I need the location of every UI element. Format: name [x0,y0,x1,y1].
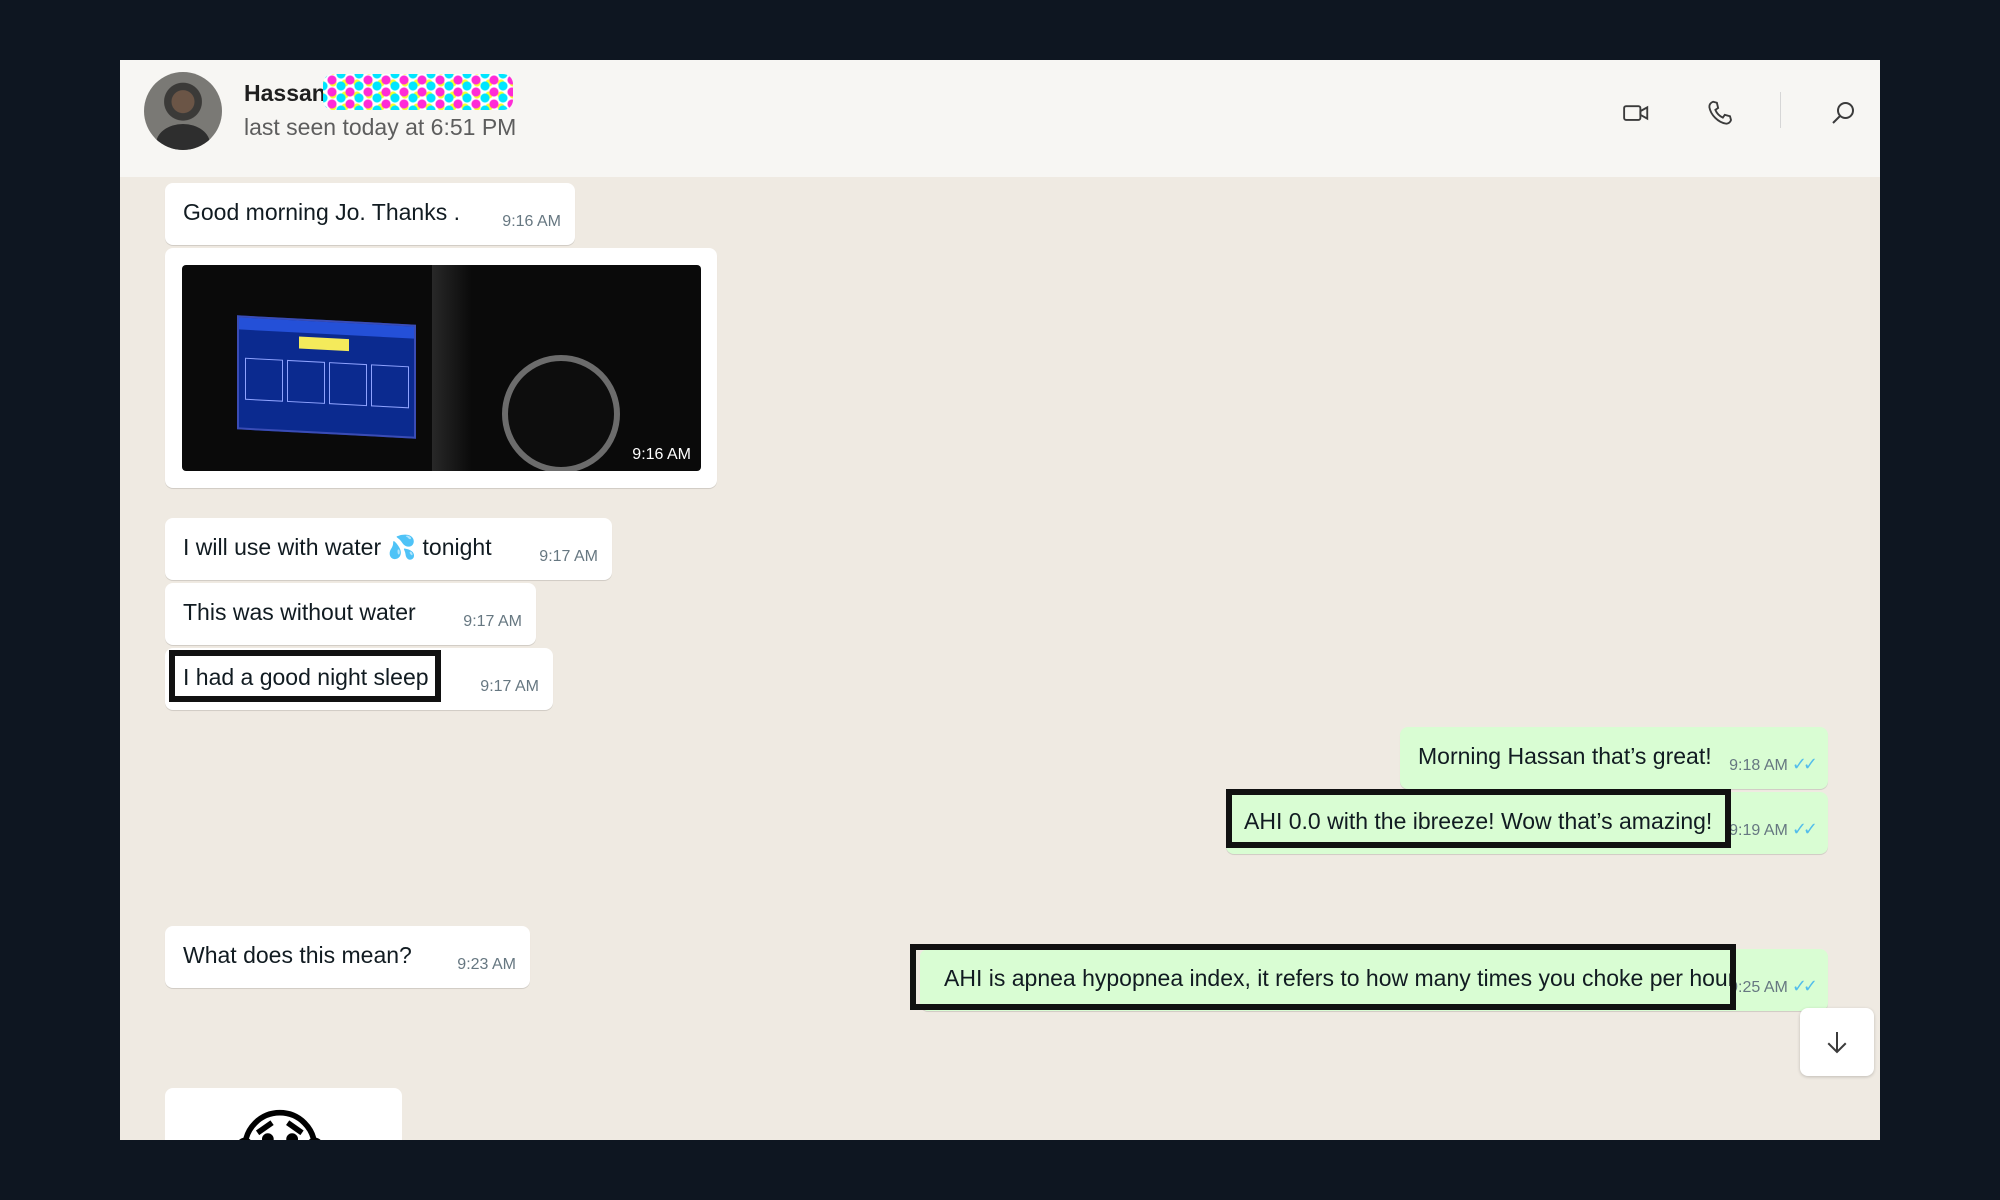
device-photo[interactable] [182,265,701,471]
video-call-icon [1623,105,1649,121]
last-seen-status: last seen today at 6:51 PM [244,114,517,140]
search-icon [1832,102,1854,124]
message-bubble[interactable]: I will use with water 💦 tonight 9:17 AM [165,518,612,580]
time-text: 9:18 AM [1729,757,1788,774]
device-dial [502,355,620,471]
time-text: 9:25 AM [1729,979,1788,996]
message-time: 9:18 AM ✓✓ [1729,754,1818,775]
video-call-button[interactable] [1619,96,1653,130]
chat-window: Hassan last seen today at 6:51 PM Good m… [120,60,1880,1140]
photo-glare [432,265,472,471]
message-time: 9:23 AM [457,956,516,973]
name-redaction [323,74,513,110]
scroll-to-bottom-button[interactable] [1800,1008,1874,1076]
highlight-box [1226,789,1731,848]
message-text: What does this mean? [183,942,412,968]
contact-name[interactable]: Hassan [244,80,326,107]
message-time: 9:19 AM ✓✓ [1729,819,1818,840]
message-text: Morning Hassan that’s great! [1418,743,1712,769]
photo-message-bubble[interactable]: 9:16 AM [165,248,717,488]
time-text: 9:19 AM [1729,822,1788,839]
message-time: 9:17 AM [539,548,598,565]
message-bubble[interactable]: What does this mean? 9:23 AM [165,926,530,988]
voice-call-button[interactable] [1703,96,1737,130]
header-divider [1780,92,1781,128]
highlight-box [169,650,441,702]
message-time: 9:16 AM [502,213,561,230]
arrow-down-icon [1827,1032,1847,1054]
read-receipt-icon: ✓✓ [1791,976,1818,996]
highlight-box [910,944,1736,1010]
chat-header: Hassan last seen today at 6:51 PM [120,60,1880,177]
contact-avatar[interactable] [144,72,222,150]
message-text: I will use with water 💦 tonight [183,534,492,560]
message-time: 9:16 AM [632,446,691,463]
outgoing-message-bubble[interactable]: Morning Hassan that’s great! 9:18 AM ✓✓ [1400,727,1828,789]
message-bubble[interactable]: This was without water 9:17 AM [165,583,536,645]
emoji-message: 😱 [235,1100,335,1140]
message-time: 9:25 AM ✓✓ [1729,976,1818,997]
device-screen [237,315,416,439]
voice-call-icon [1708,100,1732,125]
message-text: Good morning Jo. Thanks . [183,199,460,225]
search-button[interactable] [1826,96,1860,130]
read-receipt-icon: ✓✓ [1791,819,1818,839]
message-bubble[interactable]: Good morning Jo. Thanks . 9:16 AM [165,183,575,245]
message-time: 9:17 AM [463,613,522,630]
message-text: This was without water [183,599,416,625]
read-receipt-icon: ✓✓ [1791,754,1818,774]
message-time: 9:17 AM [480,678,539,695]
